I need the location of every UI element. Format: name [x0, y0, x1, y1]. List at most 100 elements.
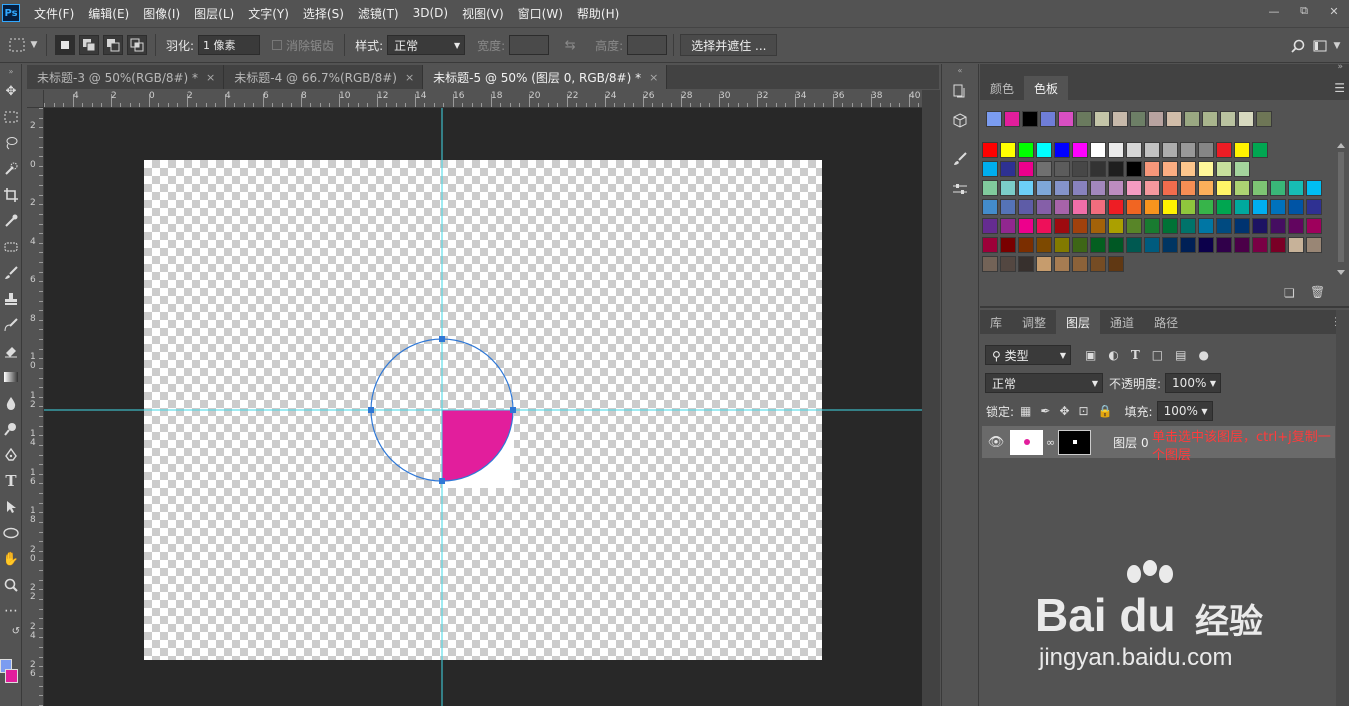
color-swatch[interactable] [1036, 161, 1052, 177]
color-swatch[interactable] [1234, 218, 1250, 234]
color-swatch[interactable] [1234, 142, 1250, 158]
eyedropper-tool-icon[interactable] [0, 208, 22, 234]
menu-help[interactable]: 帮助(H) [577, 5, 619, 22]
path-anchor-right[interactable] [510, 407, 516, 413]
close-icon[interactable]: × [649, 71, 658, 84]
recent-swatch[interactable] [1094, 111, 1110, 127]
color-swatch[interactable] [1180, 142, 1196, 158]
color-swatch[interactable] [1234, 237, 1250, 253]
color-swatch[interactable] [1144, 237, 1160, 253]
color-swatch[interactable] [1270, 199, 1286, 215]
intersect-selection-icon[interactable] [127, 35, 147, 55]
color-swatch[interactable] [1270, 218, 1286, 234]
menu-edit[interactable]: 编辑(E) [88, 5, 129, 22]
color-swatch[interactable] [1000, 256, 1016, 272]
color-swatch[interactable] [1270, 180, 1286, 196]
color-swatch[interactable] [1234, 161, 1250, 177]
tab-document-4[interactable]: 未标题-4 @ 66.7%(RGB/8#) × [224, 65, 424, 89]
close-icon[interactable]: × [206, 71, 215, 84]
panel-menu-icon[interactable]: ☰ [1334, 81, 1345, 95]
color-swatch[interactable] [1126, 161, 1142, 177]
color-swatch[interactable] [1090, 256, 1106, 272]
minimize-icon[interactable]: — [1259, 0, 1289, 22]
lock-transparency-icon[interactable]: ▦ [1020, 404, 1031, 418]
color-swatch[interactable] [1090, 180, 1106, 196]
color-swatch[interactable] [982, 237, 998, 253]
brush-settings-icon[interactable] [942, 144, 978, 174]
style-select[interactable]: 正常 ▼ [387, 35, 466, 55]
hand-tool-icon[interactable]: ✋ [0, 546, 22, 572]
color-swatch[interactable] [1198, 199, 1214, 215]
color-swatch[interactable] [1018, 142, 1034, 158]
color-swatch[interactable] [1270, 237, 1286, 253]
type-tool-icon[interactable]: T [0, 468, 22, 494]
workspace-icon[interactable] [1309, 35, 1331, 57]
color-swatch[interactable] [1198, 161, 1214, 177]
color-swatch[interactable] [1090, 237, 1106, 253]
color-swatch[interactable] [1306, 237, 1322, 253]
eraser-tool-icon[interactable] [0, 338, 22, 364]
rect-marquee-icon[interactable] [6, 34, 28, 56]
path-anchor-top[interactable] [439, 336, 445, 342]
color-swatch[interactable] [1108, 199, 1124, 215]
tab-adjustments[interactable]: 调整 [1012, 310, 1056, 334]
color-swatch[interactable] [1072, 199, 1088, 215]
recent-swatch[interactable] [1220, 111, 1236, 127]
color-swatch[interactable] [1306, 199, 1322, 215]
search-icon[interactable] [1287, 35, 1309, 57]
color-swatch[interactable] [1162, 142, 1178, 158]
lock-position-icon[interactable]: ✥ [1059, 404, 1069, 418]
menu-file[interactable]: 文件(F) [34, 5, 74, 22]
color-swatch[interactable] [1198, 180, 1214, 196]
filter-adjustment-icon[interactable]: ◐ [1108, 348, 1118, 362]
color-swatch[interactable] [1126, 218, 1142, 234]
color-swatch[interactable] [1000, 180, 1016, 196]
filter-smart-object-icon[interactable]: ▤ [1175, 348, 1186, 362]
color-swatch[interactable] [1054, 218, 1070, 234]
color-swatch[interactable] [1198, 237, 1214, 253]
color-swatch[interactable] [1162, 237, 1178, 253]
menu-type[interactable]: 文字(Y) [248, 5, 289, 22]
ellipse-tool-icon[interactable] [0, 520, 22, 546]
zoom-tool-icon[interactable] [0, 572, 22, 598]
color-swatch[interactable] [1000, 142, 1016, 158]
color-swatch[interactable] [1018, 161, 1034, 177]
healing-brush-tool-icon[interactable] [0, 234, 22, 260]
color-swatch[interactable] [1072, 256, 1088, 272]
feather-input[interactable]: 1 像素 [198, 35, 261, 55]
collapse-icon[interactable]: » [0, 64, 22, 78]
layer-mask-thumbnail[interactable] [1058, 429, 1092, 455]
recent-swatch[interactable] [1112, 111, 1128, 127]
fill-input[interactable]: 100% ▼ [1156, 401, 1213, 421]
color-swatch[interactable] [1108, 180, 1124, 196]
marquee-tool-icon[interactable] [0, 104, 22, 130]
color-swatch[interactable] [1090, 161, 1106, 177]
crop-tool-icon[interactable] [0, 182, 22, 208]
color-swatch[interactable] [982, 180, 998, 196]
collapse-icon[interactable]: « [942, 64, 978, 76]
tab-color[interactable]: 颜色 [980, 76, 1024, 100]
color-swatch[interactable] [1162, 199, 1178, 215]
color-swatch[interactable] [1036, 237, 1052, 253]
color-swatch[interactable] [1180, 218, 1196, 234]
color-swatch[interactable] [1180, 180, 1196, 196]
link-chain-icon[interactable]: ∞ [1046, 436, 1055, 449]
color-swatch[interactable] [1108, 161, 1124, 177]
menu-window[interactable]: 窗口(W) [518, 5, 563, 22]
recent-swatch[interactable] [1022, 111, 1038, 127]
chevron-down-icon[interactable]: ▼ [28, 34, 40, 56]
color-swatch[interactable] [1018, 180, 1034, 196]
color-swatch[interactable] [1036, 199, 1052, 215]
color-swatch[interactable] [1216, 237, 1232, 253]
recent-swatch[interactable] [1130, 111, 1146, 127]
opacity-input[interactable]: 100% ▼ [1165, 373, 1222, 393]
color-swatch[interactable] [1018, 199, 1034, 215]
blend-mode-select[interactable]: 正常 ▼ [985, 373, 1103, 393]
new-swatch-icon[interactable]: ❏ [1284, 286, 1295, 300]
color-swatch[interactable] [1090, 142, 1106, 158]
color-swatch[interactable] [1072, 142, 1088, 158]
menu-view[interactable]: 视图(V) [462, 5, 504, 22]
filter-shape-icon[interactable]: □ [1152, 348, 1163, 362]
adjustments-sliders-icon[interactable] [942, 174, 978, 204]
menu-3d[interactable]: 3D(D) [413, 6, 448, 20]
